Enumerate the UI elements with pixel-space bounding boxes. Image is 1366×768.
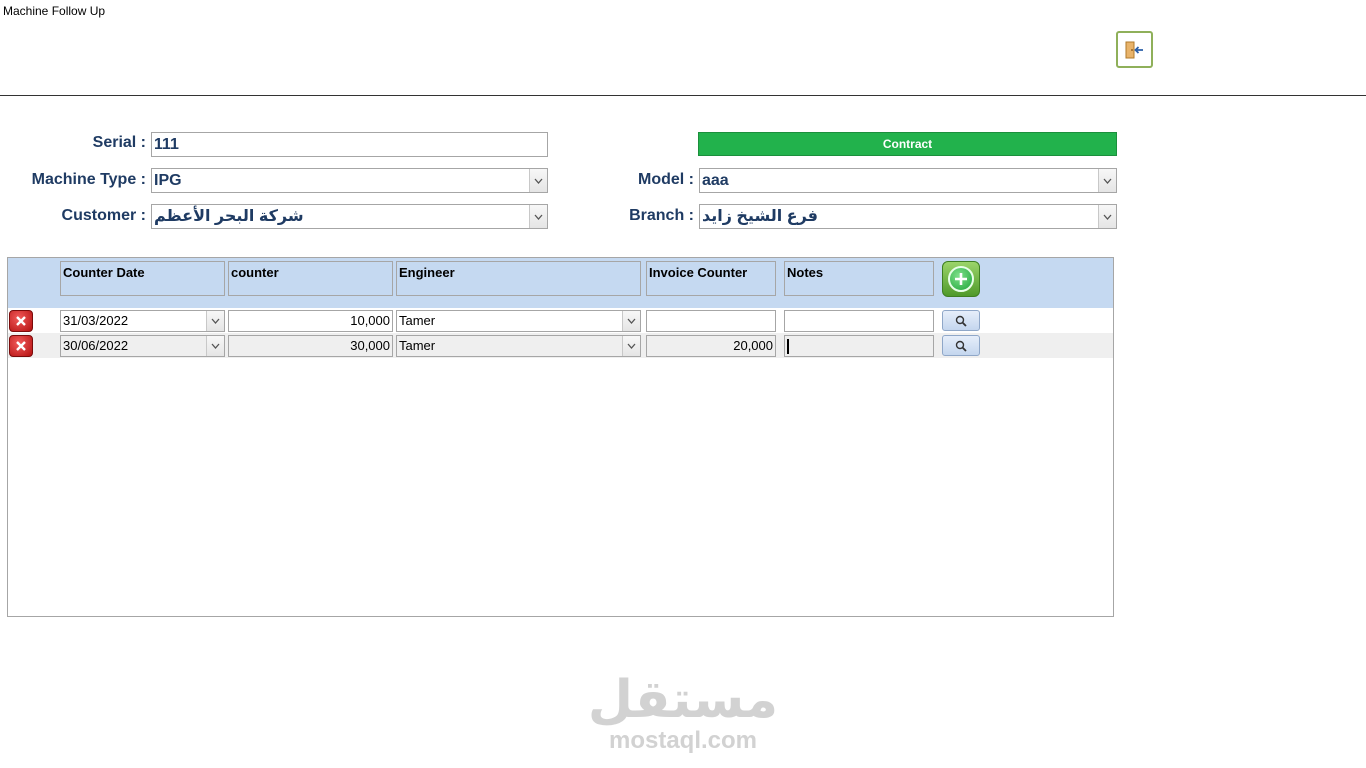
branch-value: فرع الشيخ زايد	[702, 208, 819, 225]
column-header-counter-date: Counter Date	[60, 261, 225, 296]
text-cursor	[787, 339, 789, 355]
chevron-down-icon[interactable]	[622, 311, 640, 331]
counter-date-value: 30/06/2022	[63, 338, 129, 353]
counter-cell[interactable]: 30,000	[228, 335, 393, 357]
chevron-down-icon[interactable]	[206, 336, 224, 356]
window-title: Machine Follow Up	[3, 4, 106, 18]
search-button[interactable]	[942, 335, 980, 356]
model-label: Model :	[638, 171, 694, 188]
plus-icon	[948, 266, 974, 292]
delete-row-button[interactable]	[9, 310, 33, 332]
invoice-counter-cell[interactable]	[646, 310, 776, 332]
close-icon	[16, 316, 26, 326]
counter-date-value: 31/03/2022	[63, 313, 129, 328]
branch-combo[interactable]: فرع الشيخ زايد	[699, 204, 1117, 229]
search-button[interactable]	[942, 310, 980, 331]
header-divider	[0, 95, 1366, 96]
invoice-counter-cell[interactable]: 20,000	[646, 335, 776, 357]
serial-input[interactable]: 111	[151, 132, 548, 157]
notes-cell[interactable]	[784, 335, 934, 357]
search-icon	[955, 340, 967, 352]
chevron-down-icon[interactable]	[529, 205, 547, 228]
branch-label: Branch :	[629, 207, 694, 224]
engineer-value: Tamer	[399, 338, 436, 353]
customer-combo[interactable]: شركة البحر الأعظم	[151, 204, 548, 229]
engineer-combo[interactable]: Tamer	[396, 310, 641, 332]
counter-date-combo[interactable]: 30/06/2022	[60, 335, 225, 357]
watermark-logo: مستقل mostaql.com	[560, 672, 806, 754]
delete-row-button[interactable]	[9, 335, 33, 357]
notes-cell[interactable]	[784, 310, 934, 332]
chevron-down-icon[interactable]	[206, 311, 224, 331]
engineer-value: Tamer	[399, 313, 436, 328]
chevron-down-icon[interactable]	[622, 336, 640, 356]
model-value: aaa	[702, 172, 729, 189]
counter-cell[interactable]: 10,000	[228, 310, 393, 332]
watermark-latin: mostaql.com	[608, 727, 758, 754]
machine-type-combo[interactable]: IPG	[151, 168, 548, 193]
customer-value: شركة البحر الأعظم	[154, 208, 304, 225]
machine-type-label: Machine Type :	[31, 171, 146, 188]
chevron-down-icon[interactable]	[1098, 169, 1116, 192]
watermark-arabic: مستقل	[587, 671, 779, 729]
search-icon	[955, 315, 967, 327]
close-icon	[16, 341, 26, 351]
contract-button[interactable]: Contract	[698, 132, 1117, 156]
column-header-invoice-counter: Invoice Counter	[646, 261, 776, 296]
column-header-notes: Notes	[784, 261, 934, 296]
column-header-counter: counter	[228, 261, 393, 296]
serial-label: Serial :	[92, 134, 146, 151]
exit-door-icon	[1125, 41, 1143, 58]
engineer-combo[interactable]: Tamer	[396, 335, 641, 357]
model-combo[interactable]: aaa	[699, 168, 1117, 193]
column-header-engineer: Engineer	[396, 261, 641, 296]
exit-button[interactable]	[1116, 31, 1153, 68]
add-row-button[interactable]	[942, 261, 980, 297]
counter-date-combo[interactable]: 31/03/2022	[60, 310, 225, 332]
chevron-down-icon[interactable]	[529, 169, 547, 192]
machine-type-value: IPG	[154, 172, 182, 189]
customer-label: Customer :	[61, 207, 146, 224]
chevron-down-icon[interactable]	[1098, 205, 1116, 228]
